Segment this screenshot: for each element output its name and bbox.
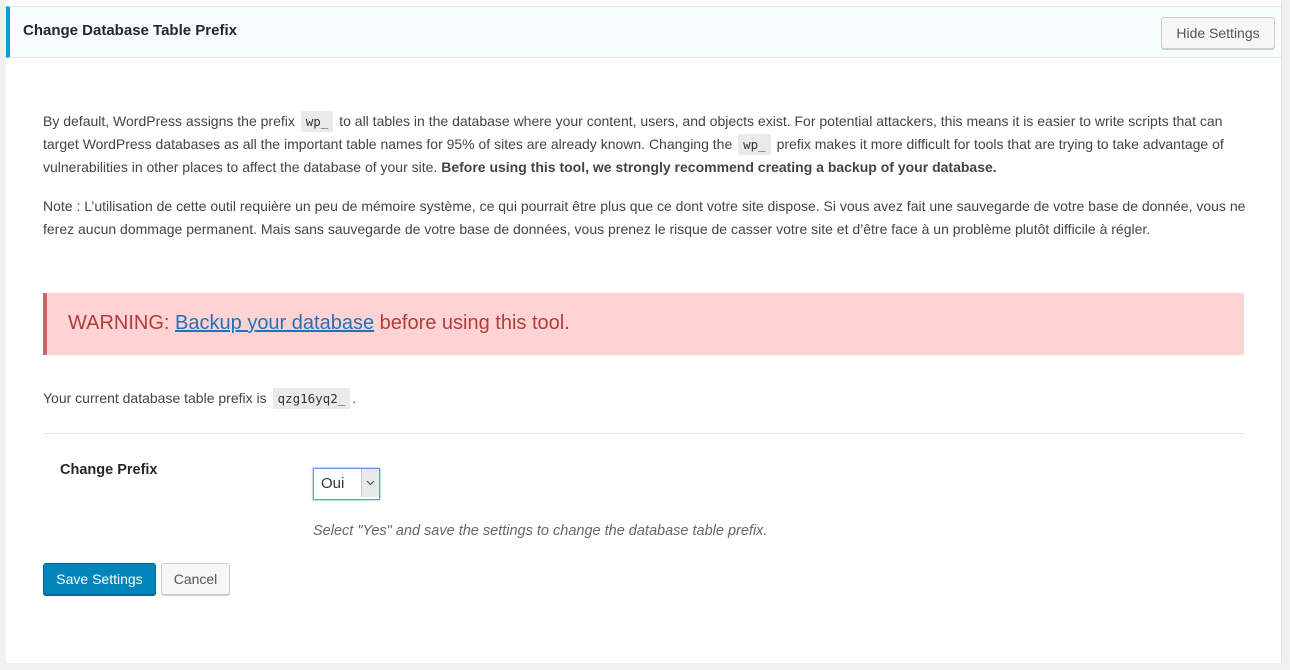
- cancel-button[interactable]: Cancel: [161, 563, 230, 595]
- current-prefix-value: qzg16yq2_: [272, 388, 351, 409]
- save-settings-button[interactable]: Save Settings: [43, 563, 156, 595]
- intro-paragraph: By default, WordPress assigns the prefix…: [43, 110, 1248, 179]
- change-prefix-select[interactable]: Oui: [313, 468, 380, 500]
- select-value: Oui: [321, 475, 345, 492]
- prefix-code: wp_: [300, 111, 334, 132]
- note-paragraph: Note : L’utilisation de cette outil requ…: [43, 198, 1246, 237]
- intro-text-1: By default, WordPress assigns the prefix: [43, 113, 295, 129]
- prefix-code: wp_: [738, 134, 771, 155]
- panel-header: Change Database Table Prefix Hide Settin…: [6, 6, 1281, 58]
- warning-suffix: before using this tool.: [379, 312, 570, 334]
- settings-panel: Change Database Table Prefix Hide Settin…: [6, 0, 1282, 663]
- warning-label: WARNING:: [68, 312, 170, 334]
- chevron-down-icon[interactable]: [361, 469, 379, 497]
- section-divider: [43, 433, 1244, 434]
- hide-settings-button[interactable]: Hide Settings: [1161, 17, 1275, 49]
- warning-text: WARNING: Backup your database before usi…: [68, 312, 570, 335]
- panel-title: Change Database Table Prefix: [23, 22, 237, 39]
- warning-notice: WARNING: Backup your database before usi…: [43, 293, 1244, 355]
- backup-recommendation: Before using this tool, we strongly reco…: [441, 159, 997, 175]
- current-prefix-end: .: [352, 390, 357, 406]
- field-description: Select "Yes" and save the settings to ch…: [313, 523, 768, 539]
- current-prefix-label: Your current database table prefix is: [43, 390, 267, 406]
- backup-database-link[interactable]: Backup your database: [175, 312, 374, 334]
- change-prefix-label: Change Prefix: [60, 462, 158, 478]
- current-prefix-text: Your current database table prefix is qz…: [43, 387, 356, 410]
